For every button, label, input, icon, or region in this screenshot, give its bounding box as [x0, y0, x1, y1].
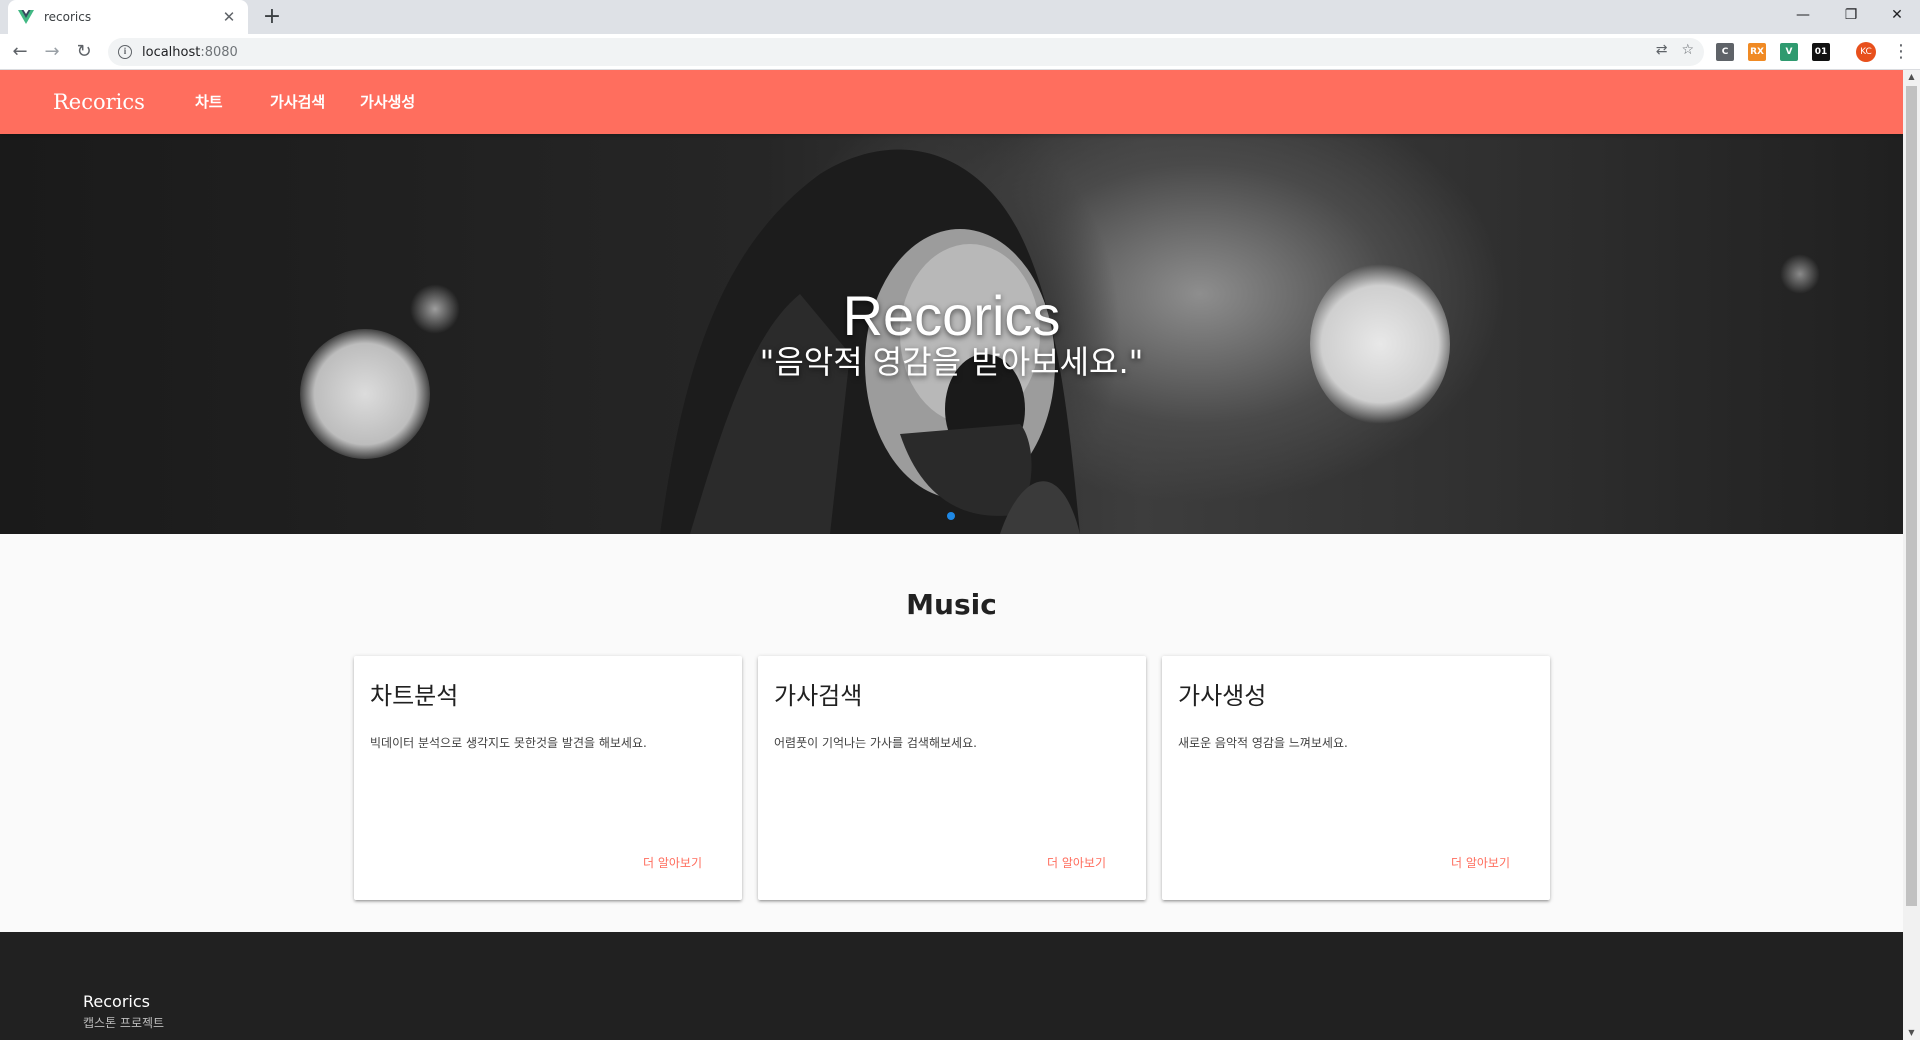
address-bar[interactable]: i localhost:8080 ⇄ ☆	[108, 38, 1704, 66]
card-lyrics-generate: 가사생성 새로운 음악적 영감을 느껴보세요. 더 알아보기	[1162, 656, 1550, 900]
card-title: 차트분석	[370, 682, 459, 710]
page-viewport: Recorics 차트 가사검색 가사생성 Recorics "음악적 영감을 …	[0, 70, 1903, 1040]
page-footer: Recorics 캡스톤 프로젝트	[0, 932, 1903, 1040]
app-toolbar: Recorics 차트 가사검색 가사생성	[0, 70, 1903, 134]
browser-tab-strip: recorics ✕ + — ❐ ✕	[0, 0, 1920, 34]
browser-menu-icon[interactable]: ⋮	[1892, 40, 1910, 64]
nav-chart-link[interactable]: 차트	[195, 70, 223, 134]
carousel-indicator-dot[interactable]	[947, 512, 955, 520]
close-window-icon[interactable]: ✕	[1874, 0, 1920, 30]
minimize-window-icon[interactable]: —	[1780, 0, 1826, 30]
vue-devtools-extension-icon[interactable]: V	[1780, 43, 1798, 61]
card-title: 가사생성	[1178, 682, 1267, 710]
restore-window-icon[interactable]: ❐	[1828, 0, 1874, 30]
url-text: localhost:8080	[142, 44, 238, 60]
learn-more-button[interactable]: 더 알아보기	[1047, 854, 1106, 871]
c-extension-icon[interactable]: C	[1716, 43, 1734, 61]
hero-text: Recorics "음악적 영감을 받아보세요."	[0, 284, 1903, 382]
rx-extension-icon[interactable]: RX	[1748, 43, 1766, 61]
page-scrollbar[interactable]: ▲ ▼	[1903, 70, 1920, 1040]
card-title: 가사검색	[774, 682, 863, 710]
footer-brand: Recorics	[83, 992, 150, 1011]
card-chart-analysis: 차트분석 빅데이터 분석으로 생각지도 못한것을 발견을 해보세요. 더 알아보…	[354, 656, 742, 900]
profile-avatar[interactable]: KC	[1856, 42, 1876, 62]
card-text: 새로운 음악적 영감을 느껴보세요.	[1178, 736, 1348, 750]
card-text: 빅데이터 분석으로 생각지도 못한것을 발견을 해보세요.	[370, 736, 647, 750]
app-brand[interactable]: Recorics	[53, 70, 145, 134]
browser-tab[interactable]: recorics ✕	[8, 0, 248, 34]
bookmark-star-icon[interactable]: ☆	[1681, 42, 1694, 58]
hero-carousel: Recorics "음악적 영감을 받아보세요."	[0, 134, 1903, 534]
vue-logo-icon	[18, 10, 34, 24]
forward-arrow-icon[interactable]: →	[40, 40, 64, 64]
reload-icon[interactable]: ↻	[72, 40, 96, 64]
card-lyrics-search: 가사검색 어렴풋이 기억나는 가사를 검색해보세요. 더 알아보기	[758, 656, 1146, 900]
binary-extension-icon[interactable]: 01	[1812, 43, 1830, 61]
close-tab-icon[interactable]: ✕	[220, 8, 238, 26]
footer-subtitle: 캡스톤 프로젝트	[83, 1016, 165, 1030]
learn-more-button[interactable]: 더 알아보기	[1451, 854, 1510, 871]
site-info-icon[interactable]: i	[118, 45, 132, 59]
hero-title: Recorics	[842, 284, 1061, 347]
browser-toolbar: ← → ↻ i localhost:8080 ⇄ ☆ C RX V 01 KC …	[0, 34, 1920, 70]
back-arrow-icon[interactable]: ←	[8, 40, 32, 64]
scroll-up-arrow-icon[interactable]: ▲	[1903, 70, 1920, 84]
card-text: 어렴풋이 기억나는 가사를 검색해보세요.	[774, 736, 977, 750]
learn-more-button[interactable]: 더 알아보기	[643, 854, 702, 871]
nav-lyrics-generate-link[interactable]: 가사생성	[360, 70, 415, 134]
scroll-down-arrow-icon[interactable]: ▼	[1903, 1026, 1920, 1040]
new-tab-button[interactable]: +	[258, 4, 286, 30]
tab-title: recorics	[44, 10, 92, 24]
section-title: Music	[906, 588, 997, 621]
scrollbar-thumb[interactable]	[1906, 86, 1917, 906]
translate-icon[interactable]: ⇄	[1656, 42, 1668, 58]
nav-lyrics-search-link[interactable]: 가사검색	[270, 70, 325, 134]
hero-subtitle: "음악적 영감을 받아보세요."	[759, 343, 1144, 381]
